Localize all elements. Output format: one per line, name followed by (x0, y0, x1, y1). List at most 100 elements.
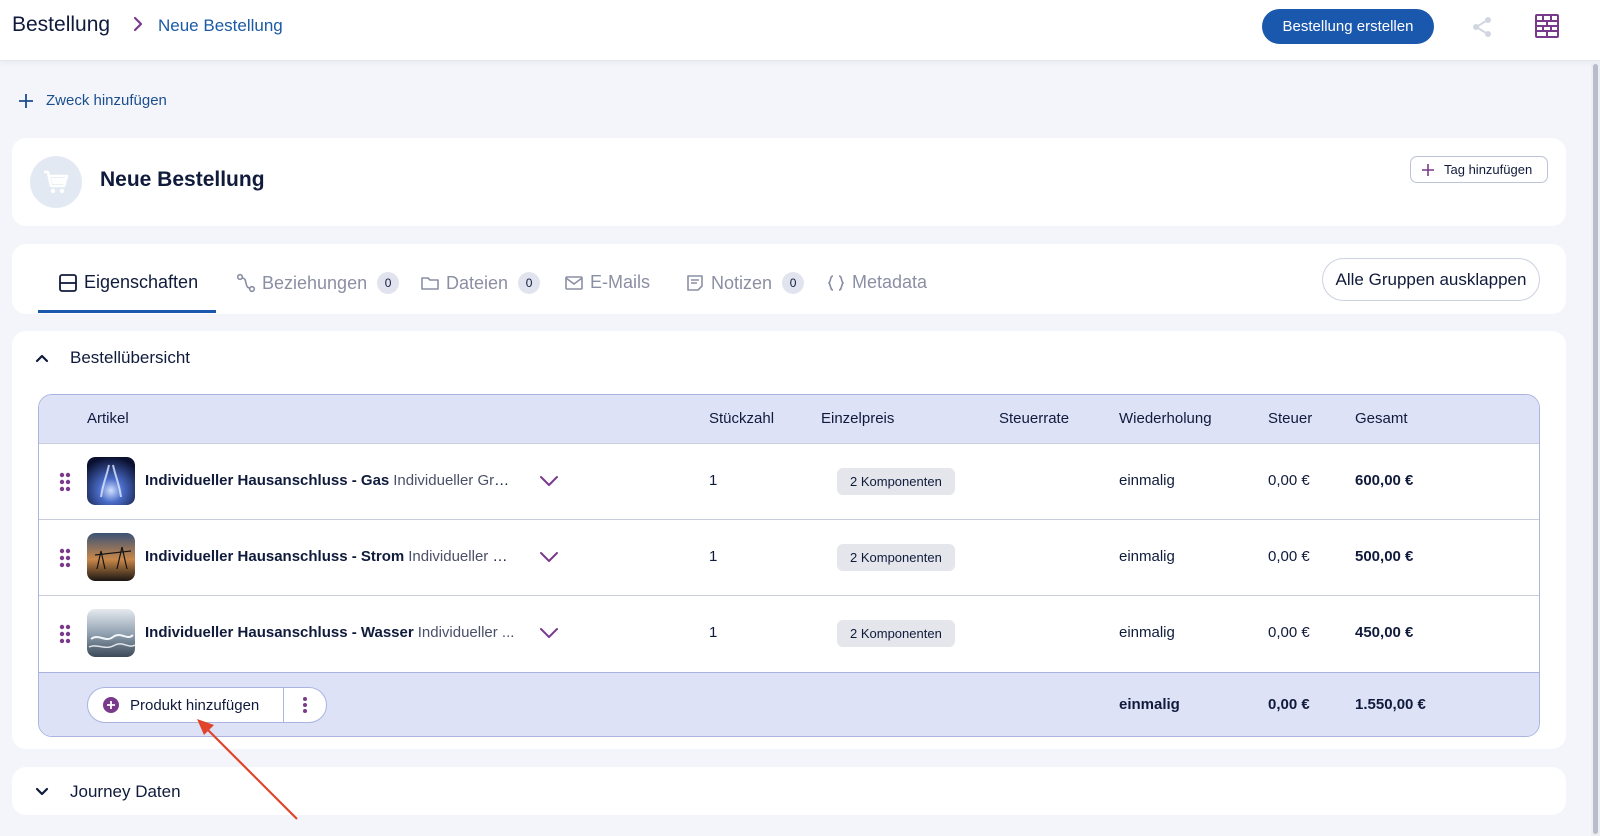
tab-beziehungen[interactable]: Beziehungen 0 (236, 272, 400, 294)
tax-cell: 0,00 € (1268, 624, 1310, 641)
chevron-down-icon[interactable] (539, 550, 559, 564)
notes-icon (687, 275, 703, 291)
add-purpose-link[interactable]: Zweck hinzufügen (18, 92, 167, 109)
product-name: Individueller Hausanschluss - Gas Individ… (145, 472, 517, 489)
tab-metadata[interactable]: Metadata (826, 272, 927, 293)
tab-eigenschaften[interactable]: Eigenschaften (58, 272, 198, 293)
add-product-button[interactable]: Produkt hinzufügen (88, 688, 284, 722)
count-badge: 0 (782, 272, 805, 294)
braces-icon (827, 274, 845, 291)
column-header: Steuer (1268, 410, 1313, 427)
mail-icon (565, 275, 583, 290)
add-tag-button[interactable]: Tag hinzufügen (1410, 156, 1548, 183)
tab-label: Dateien (446, 272, 509, 293)
tab-label: Metadata (852, 272, 928, 292)
product-name: Individueller Hausanschluss - Wasser Indi… (145, 624, 517, 641)
components-badge[interactable]: 2 Komponenten (837, 620, 955, 647)
tab-notizen[interactable]: Notizen 0 (685, 272, 805, 294)
tab-dateien[interactable]: Dateien 0 (420, 272, 541, 294)
table-header: Artikel Stückzahl Einzelpreis Steuerrate… (39, 395, 1539, 443)
product-image-strom (87, 533, 135, 581)
journey-section-header[interactable]: Journey Daten (34, 782, 181, 802)
drag-handle-icon[interactable] (59, 472, 71, 492)
chevron-down-icon[interactable] (539, 626, 559, 640)
footer-total: 1.550,00 € (1355, 696, 1426, 713)
product-title: Individueller Hausanschluss - Strom (145, 548, 405, 565)
entity-header-card: Neue Bestellung Tag hinzufügen (12, 138, 1566, 226)
column-header: Artikel (87, 410, 129, 427)
quantity-cell[interactable]: 1 (709, 548, 717, 565)
create-order-button[interactable]: Bestellung erstellen (1262, 9, 1434, 44)
components-badge[interactable]: 2 Komponenten (837, 468, 955, 495)
breadcrumb-root[interactable]: Bestellung (12, 13, 110, 37)
column-header: Wiederholung (1119, 410, 1212, 427)
page-title: Neue Bestellung (100, 168, 265, 191)
count-badge: 0 (377, 272, 400, 294)
footer-tax: 0,00 € (1268, 696, 1310, 713)
recurrence-cell: einmalig (1119, 624, 1175, 641)
journey-data-card: Journey Daten (12, 767, 1566, 815)
total-cell: 600,00 € (1355, 472, 1414, 489)
tabs-card: Eigenschaften Beziehungen 0 Dateien 0 E-… (12, 244, 1566, 314)
chevron-down-icon[interactable] (539, 474, 559, 488)
column-header: Steuerrate (999, 410, 1070, 427)
product-description: Individueller Gr... (408, 548, 517, 565)
product-title: Individueller Hausanschluss - Gas (145, 472, 390, 489)
table-footer: Produkt hinzufügen einmalig 0,00 € 1.550… (39, 672, 1539, 736)
product-title: Individueller Hausanschluss - Wasser (145, 624, 414, 641)
chevron-down-icon (35, 787, 49, 796)
plus-circle-icon (103, 697, 119, 713)
components-badge[interactable]: 2 Komponenten (837, 544, 955, 571)
folder-icon (421, 277, 439, 290)
shopping-cart-icon (44, 170, 69, 194)
avatar (30, 156, 82, 208)
add-purpose-label: Zweck hinzufügen (46, 92, 167, 109)
order-overview-card: Bestellübersicht Artikel Stückzahl Einze… (12, 331, 1566, 749)
column-header: Einzelpreis (821, 410, 895, 427)
total-cell: 500,00 € (1355, 548, 1414, 565)
chevron-up-icon (35, 354, 49, 363)
tab-label: Eigenschaften (84, 272, 199, 292)
top-bar: Bestellung Neue Bestellung Bestellung er… (0, 0, 1600, 61)
quantity-cell[interactable]: 1 (709, 624, 717, 641)
relations-icon (236, 273, 256, 293)
tab-label: E-Mails (590, 272, 651, 292)
breadcrumb-current: Neue Bestellung (158, 16, 283, 35)
order-section-header[interactable]: Bestellübersicht (34, 348, 190, 368)
tab-emails[interactable]: E-Mails (564, 272, 650, 293)
add-product-label: Produkt hinzufügen (130, 696, 260, 714)
table-row[interactable]: Individueller Hausanschluss - Gas Individ… (39, 443, 1539, 519)
chevron-right-icon (133, 16, 143, 32)
plus-icon (1422, 163, 1434, 176)
column-header: Gesamt (1355, 410, 1408, 427)
tab-label: Notizen (711, 272, 773, 293)
layout-grid-icon[interactable] (1534, 13, 1560, 39)
drag-handle-icon[interactable] (59, 548, 71, 568)
tab-label: Beziehungen (262, 272, 368, 293)
tax-cell: 0,00 € (1268, 472, 1310, 489)
count-badge: 0 (518, 272, 541, 294)
table-row[interactable]: Individueller Hausanschluss - Strom Indiv… (39, 519, 1539, 595)
scrollbar-thumb[interactable] (1593, 64, 1598, 834)
add-product-button-group: Produkt hinzufügen (87, 687, 327, 723)
more-options-button[interactable] (284, 688, 326, 722)
drag-handle-icon[interactable] (59, 624, 71, 644)
product-image-gas (87, 457, 135, 505)
properties-icon (59, 273, 77, 292)
recurrence-cell: einmalig (1119, 548, 1175, 565)
quantity-cell[interactable]: 1 (709, 472, 717, 489)
section-title: Bestellübersicht (70, 348, 191, 367)
add-tag-label: Tag hinzufügen (1444, 162, 1533, 177)
product-description: Individueller Grun... (393, 472, 517, 489)
table-row[interactable]: Individueller Hausanschluss - Wasser Indi… (39, 595, 1539, 671)
section-title: Journey Daten (70, 782, 181, 801)
recurrence-cell: einmalig (1119, 472, 1175, 489)
order-table: Artikel Stückzahl Einzelpreis Steuerrate… (38, 394, 1540, 737)
total-cell: 450,00 € (1355, 624, 1414, 641)
tax-cell: 0,00 € (1268, 548, 1310, 565)
column-header: Stückzahl (709, 410, 775, 427)
share-icon[interactable] (1470, 15, 1494, 39)
active-tab-indicator (38, 310, 216, 313)
more-vertical-icon (303, 697, 307, 713)
expand-all-groups-button[interactable]: Alle Gruppen ausklappen (1322, 258, 1540, 301)
